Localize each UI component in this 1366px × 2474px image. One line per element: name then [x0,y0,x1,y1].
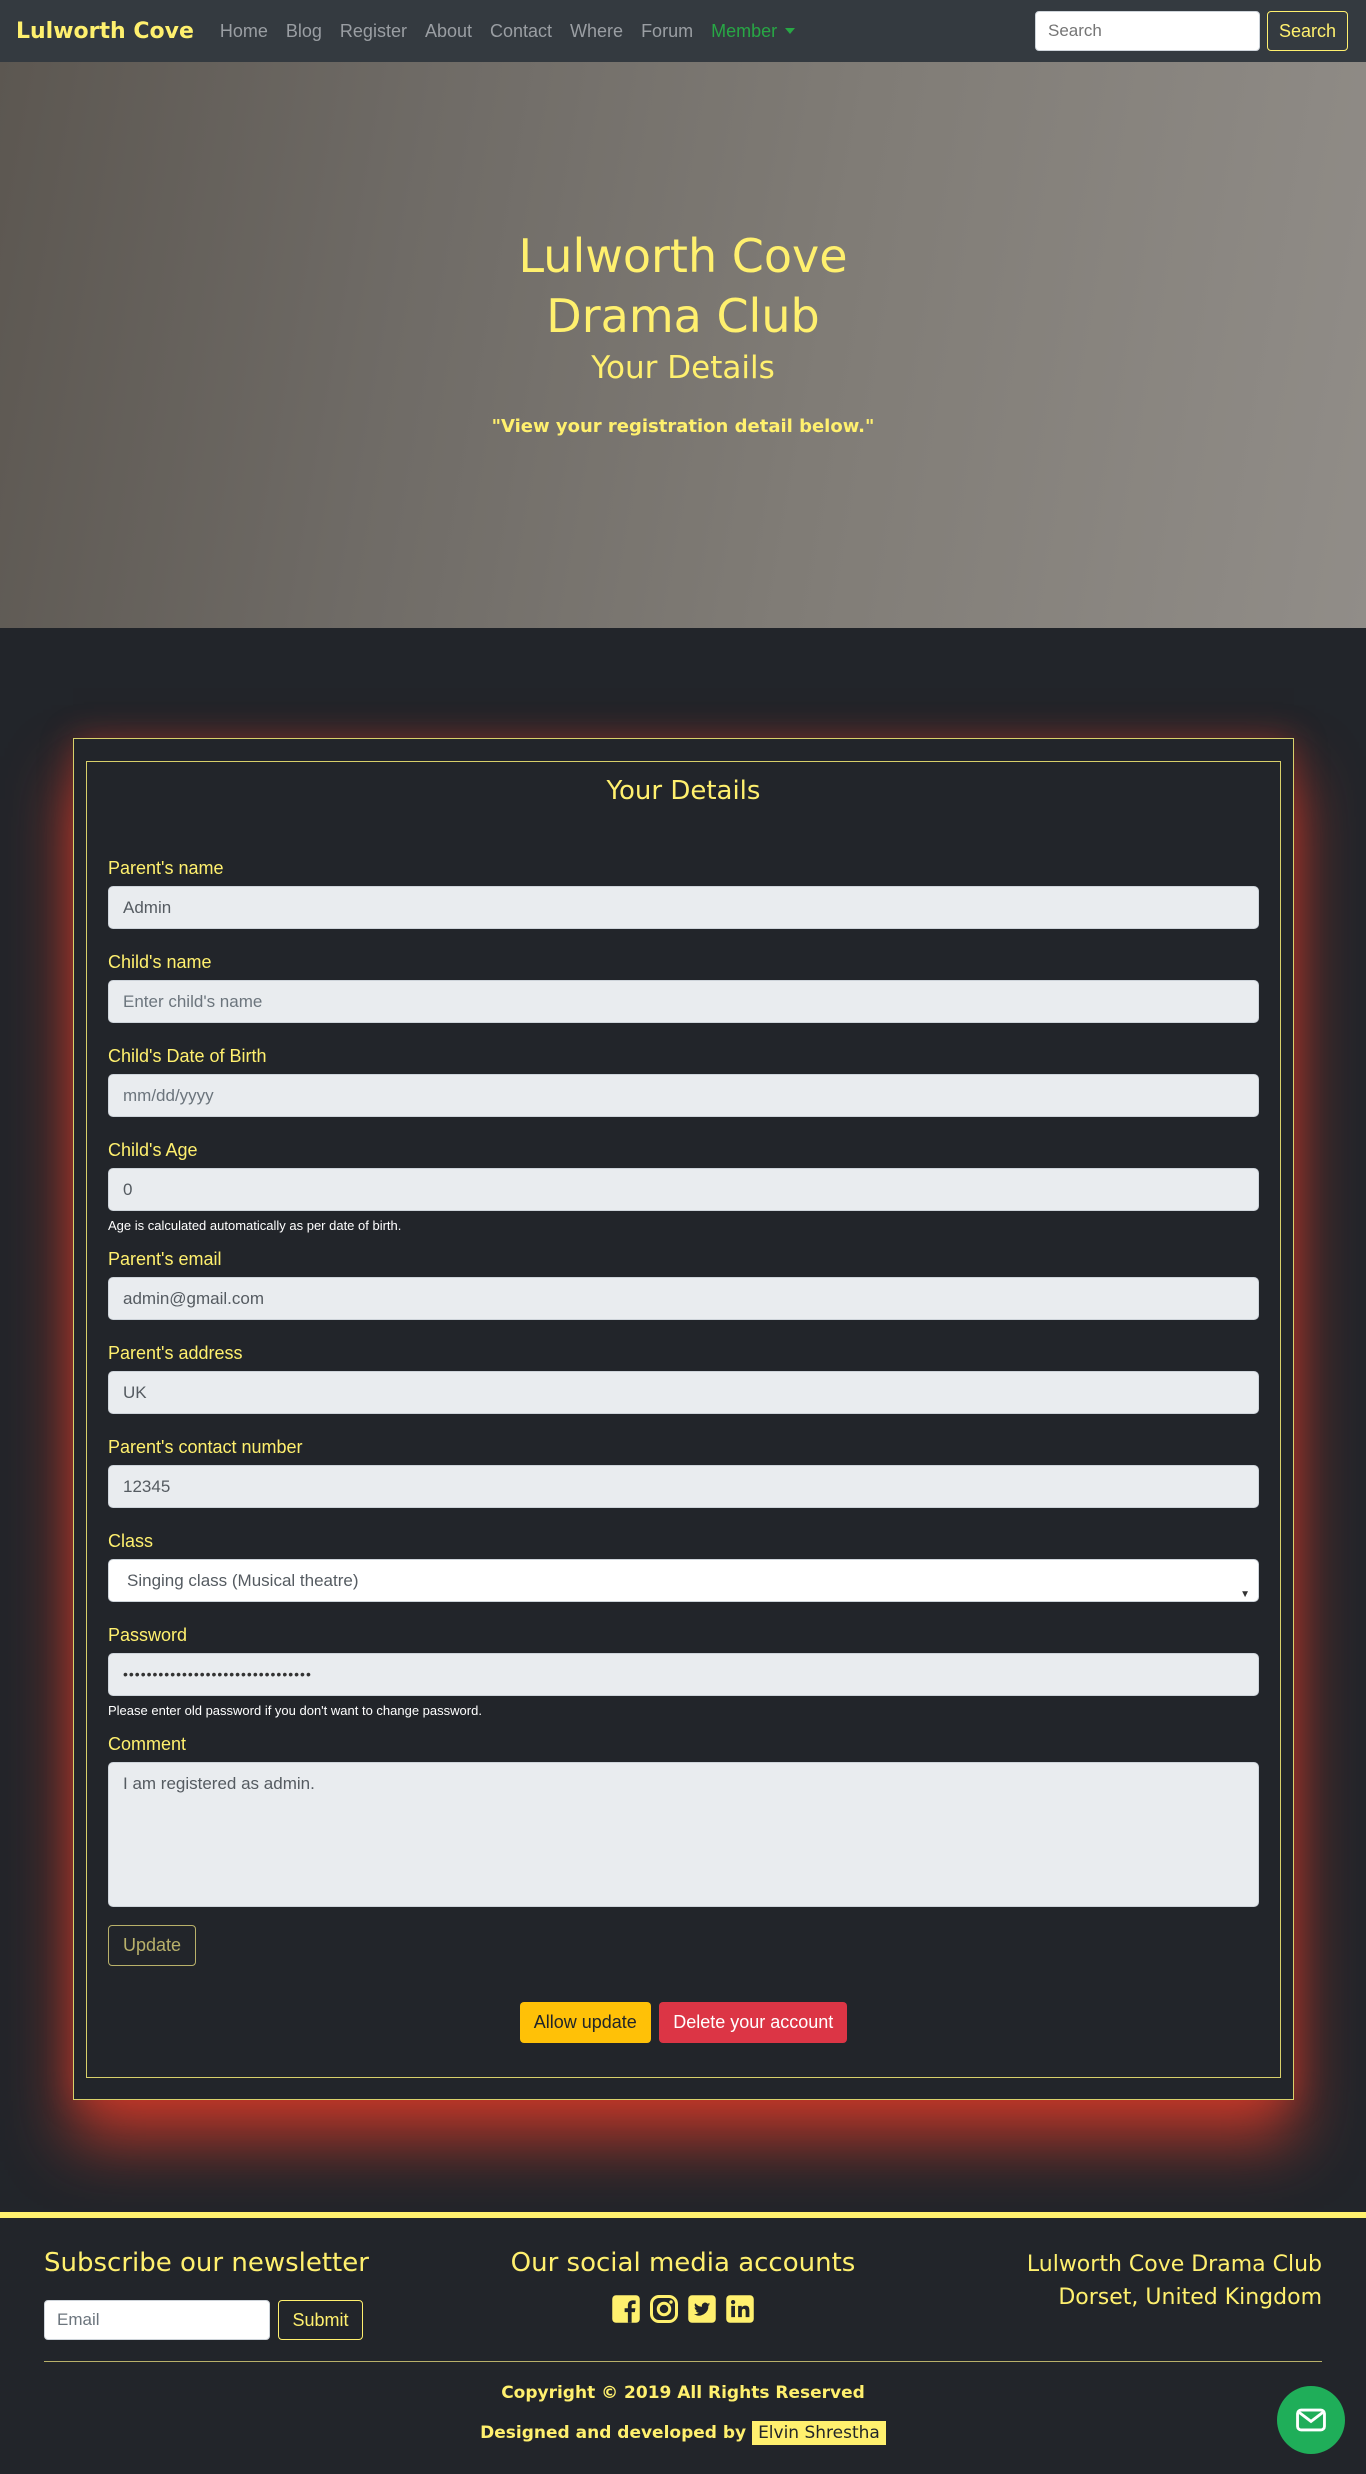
hero-title-line2: Drama Club [546,289,820,343]
parent-address-label: Parent's address [108,1343,243,1363]
designer-name-link[interactable]: Elvin Shrestha [752,2421,886,2445]
search-input[interactable] [1035,11,1260,51]
nav-dropdown-member-label: Member [711,20,778,41]
social-icons [483,2294,883,2324]
social-section: Our social media accounts [483,2248,883,2324]
parent-contact-field[interactable]: 12345 [108,1465,1259,1508]
newsletter-title: Subscribe our newsletter [44,2248,369,2278]
hero-banner: Lulworth Cove Drama Club Your Details "V… [0,62,1366,628]
class-select-value: Singing class (Musical theatre) [127,1571,359,1590]
instagram-icon[interactable] [649,2294,679,2324]
search-button[interactable]: Search [1267,11,1348,51]
designed-by-prefix: Designed and developed by [480,2423,747,2443]
club-location: Dorset, United Kingdom [1058,2285,1322,2310]
nav-dropdown-member[interactable]: Member [711,20,796,42]
nav-link-contact[interactable]: Contact [490,21,552,42]
form-title: Your Details [606,776,761,806]
footer-divider [44,2361,1322,2362]
parent-name-label: Parent's name [108,858,224,878]
password-label: Password [108,1625,188,1645]
parent-address-field[interactable]: UK [108,1371,1259,1414]
caret-down-icon [785,28,796,34]
update-button[interactable]: Update [108,1925,197,1966]
parent-contact-label: Parent's contact number [108,1437,303,1457]
navbar-brand[interactable]: Lulworth Cove [16,19,194,44]
club-info: Lulworth Cove Drama Club Dorset, United … [1027,2248,1322,2314]
child-dob-label: Child's Date of Birth [108,1046,267,1066]
details-card-inner: Your Details Parent's name Admin Child's… [86,761,1281,2078]
nav-link-about[interactable]: About [425,21,472,42]
newsletter-email-input[interactable]: Email [44,2300,270,2340]
child-name-field[interactable]: Enter child's name [108,980,1259,1023]
nav-link-home[interactable]: Home [220,21,268,42]
nav-link-register[interactable]: Register [340,21,407,42]
navbar: Lulworth Cove Home Blog Register About C… [0,0,1366,62]
envelope-icon [1296,2408,1326,2432]
hero-title: Lulworth Cove Drama Club [0,226,1366,346]
child-dob-field[interactable]: mm/dd/yyyy [108,1074,1259,1117]
child-age-field[interactable]: 0 [108,1168,1259,1211]
hero-quote: "View your registration detail below." [491,416,875,437]
child-name-label: Child's name [108,952,212,972]
class-label: Class [108,1531,154,1551]
club-name: Lulworth Cove Drama Club [1026,2252,1322,2277]
nav-link-forum[interactable]: Forum [641,21,693,42]
nav-link-blog[interactable]: Blog [286,21,322,42]
newsletter-section: Subscribe our newsletter Email Submit [44,2248,369,2340]
details-card: Your Details Parent's name Admin Child's… [73,738,1294,2100]
child-age-help: Age is calculated automatically as per d… [108,1218,402,1233]
footer: Subscribe our newsletter Email Submit Ou… [0,2212,1366,2474]
delete-account-button[interactable]: Delete your account [659,2002,848,2043]
password-field[interactable]: •••••••••••••••••••••••••••••••• [108,1653,1259,1696]
facebook-icon[interactable] [611,2294,641,2324]
twitter-icon[interactable] [687,2294,717,2324]
hero-title-line1: Lulworth Cove [518,229,848,283]
child-age-label: Child's Age [108,1140,198,1160]
social-title: Our social media accounts [510,2248,856,2278]
comment-label: Comment [108,1734,187,1754]
allow-update-button[interactable]: Allow update [519,2002,651,2043]
select-arrow-icon: ▼ [1240,1589,1250,1600]
parent-email-label: Parent's email [108,1249,222,1269]
hero-subtitle: Your Details [591,350,775,386]
nav-link-where[interactable]: Where [570,21,623,42]
newsletter-submit-button[interactable]: Submit [278,2300,363,2340]
designed-by: Designed and developed by Elvin Shrestha [0,2421,1366,2445]
parent-email-field[interactable]: admin@gmail.com [108,1277,1259,1320]
parent-name-field[interactable]: Admin [108,886,1259,929]
contact-mail-button[interactable] [1277,2386,1345,2454]
copyright-text: Copyright © 2019 All Rights Reserved [501,2383,865,2403]
linkedin-icon[interactable] [725,2294,755,2324]
password-help: Please enter old password if you don't w… [108,1703,482,1718]
account-actions: Allow update Delete your account [108,2002,1259,2043]
class-select[interactable]: Singing class (Musical theatre) ▼ [108,1559,1259,1602]
comment-textarea[interactable]: I am registered as admin. [108,1762,1259,1907]
